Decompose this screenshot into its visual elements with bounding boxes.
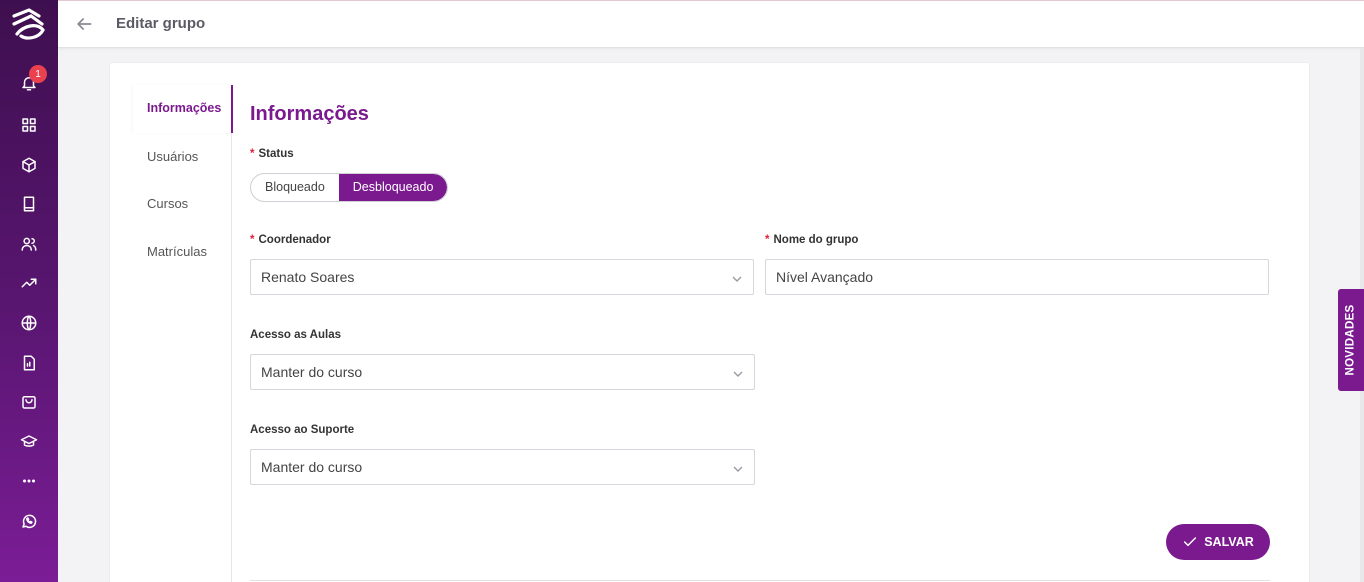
- report-icon[interactable]: [17, 351, 41, 375]
- whatsapp-icon[interactable]: [17, 509, 41, 533]
- status-toggle[interactable]: Bloqueado Desbloqueado: [250, 173, 449, 202]
- tab-matriculas[interactable]: Matrículas: [133, 244, 232, 259]
- divider: [250, 580, 1270, 581]
- acesso-aulas-label: Acesso as Aulas: [250, 329, 341, 341]
- novidades-label: NOVIDADES: [1345, 304, 1358, 376]
- nome-grupo-label: * Nome do grupo: [765, 234, 858, 246]
- save-button-label: SALVAR: [1204, 535, 1254, 549]
- back-arrow-icon[interactable]: [74, 14, 94, 34]
- coordenador-value: Renato Soares: [261, 269, 355, 285]
- save-button[interactable]: SALVAR: [1166, 524, 1270, 560]
- required-mark: *: [250, 148, 255, 160]
- tab-cursos[interactable]: Cursos: [133, 196, 232, 211]
- dashboard-grid-icon[interactable]: [17, 113, 41, 137]
- required-mark: *: [250, 234, 255, 246]
- graduation-cap-icon[interactable]: [17, 430, 41, 454]
- trending-up-icon[interactable]: [17, 271, 41, 295]
- nome-grupo-value: Nível Avançado: [776, 269, 874, 285]
- acesso-suporte-select[interactable]: Manter do curso: [250, 449, 755, 485]
- coordenador-label: * Coordenador: [250, 234, 331, 246]
- novidades-tab[interactable]: NOVIDADES: [1338, 289, 1364, 391]
- acesso-aulas-value: Manter do curso: [261, 364, 363, 380]
- globe-icon[interactable]: [17, 311, 41, 335]
- chevron-down-icon: [732, 462, 744, 474]
- status-label: * Status: [250, 148, 294, 160]
- top-header: Editar grupo: [58, 0, 1364, 48]
- check-icon: [1184, 537, 1197, 547]
- chevron-down-icon: [732, 367, 744, 379]
- acesso-suporte-value: Manter do curso: [261, 459, 363, 475]
- coordenador-select[interactable]: Renato Soares: [250, 259, 754, 295]
- box-icon[interactable]: [17, 153, 41, 177]
- section-title: Informações: [250, 103, 369, 125]
- book-icon[interactable]: [17, 192, 41, 216]
- users-icon[interactable]: [17, 232, 41, 256]
- coordenador-label-text: Coordenador: [258, 234, 331, 246]
- required-mark: *: [765, 234, 770, 246]
- page-title: Editar grupo: [116, 15, 206, 32]
- status-label-text: Status: [258, 148, 294, 160]
- chevron-down-icon: [731, 272, 743, 284]
- section-tabs: Informações Usuários Cursos Matrículas: [133, 85, 233, 582]
- acesso-aulas-select[interactable]: Manter do curso: [250, 354, 755, 390]
- shopping-bag-icon[interactable]: [17, 390, 41, 414]
- status-option-bloqueado[interactable]: Bloqueado: [251, 174, 339, 201]
- tab-informacoes[interactable]: Informações: [133, 85, 233, 133]
- brand-logo-icon[interactable]: [9, 4, 49, 44]
- nome-grupo-label-text: Nome do grupo: [773, 234, 859, 246]
- acesso-suporte-label: Acesso ao Suporte: [250, 424, 355, 436]
- tab-usuarios[interactable]: Usuários: [133, 149, 232, 164]
- edit-group-card: Informações Usuários Cursos Matrículas I…: [109, 62, 1310, 582]
- status-option-desbloqueado[interactable]: Desbloqueado: [338, 174, 448, 201]
- notification-badge: 1: [29, 65, 47, 83]
- sidebar: 1: [0, 0, 58, 582]
- more-icon[interactable]: [17, 469, 41, 493]
- nome-grupo-input[interactable]: Nível Avançado: [765, 259, 1269, 295]
